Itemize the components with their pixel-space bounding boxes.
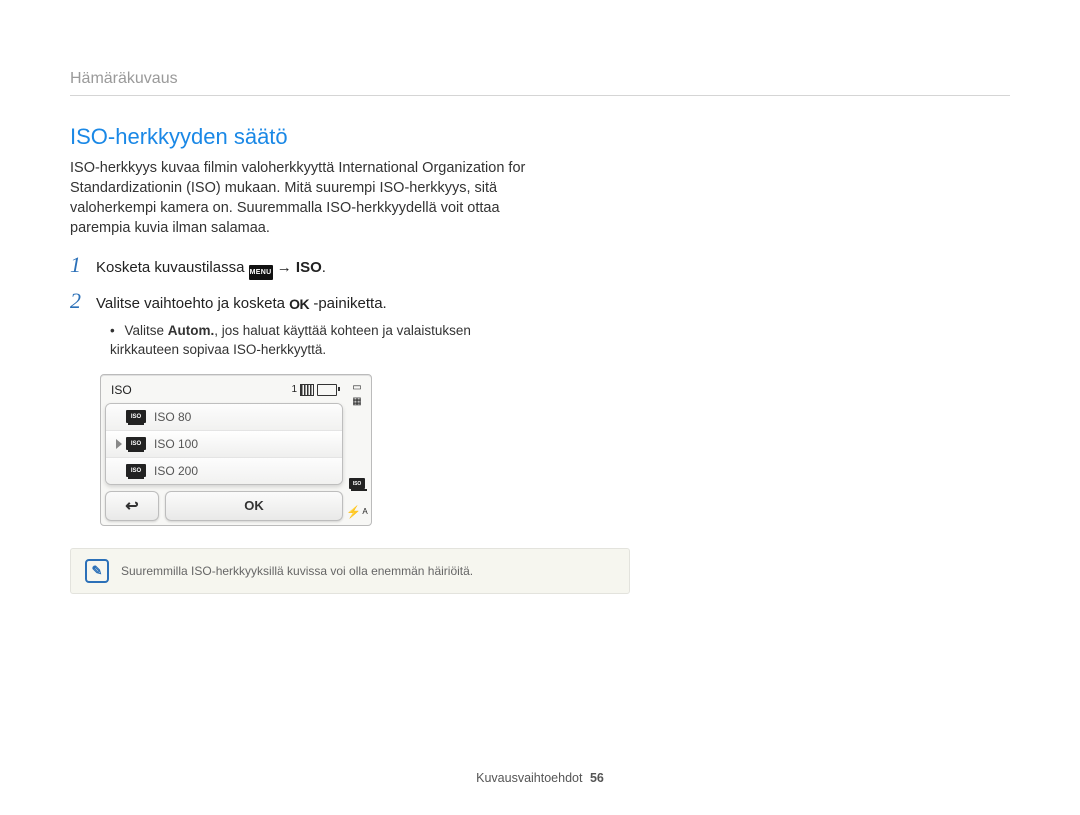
step-1-period: . (322, 259, 326, 276)
battery-icon (317, 384, 337, 396)
iso-badge-icon: ISO (126, 410, 146, 423)
screen-title: ISO (111, 383, 132, 397)
ok-button[interactable]: OK (165, 491, 343, 521)
memory-card-icon (300, 384, 314, 396)
menu-icon: MENU (249, 265, 273, 280)
back-button[interactable]: ↩ (105, 491, 159, 521)
bullet-icon: • (110, 323, 115, 338)
step-2-suffix: -painiketta. (313, 295, 386, 312)
selection-indicator-icon (116, 439, 122, 449)
page-indicator: 1 (291, 384, 297, 395)
screen-side-icons: ▭ ▦ ISO (347, 379, 367, 521)
back-arrow-icon: ↩ (125, 496, 138, 516)
section-label: Hämäräkuvaus (70, 70, 1010, 96)
list-item-label: ISO 80 (154, 410, 191, 424)
image-size-icon: ▭ (349, 381, 365, 395)
list-item[interactable]: ISO ISO 100 (106, 430, 342, 457)
page-heading: ISO-herkkyyden säätö (70, 124, 540, 150)
list-item-label: ISO 100 (154, 437, 198, 451)
quality-icon: ▦ (349, 395, 365, 409)
bullet-prefix: Valitse (125, 323, 168, 338)
note-box: ✎ Suuremmilla ISO-herkkyyksillä kuvissa … (70, 548, 630, 594)
step-number: 2 (70, 290, 86, 312)
page-number: 56 (590, 771, 604, 785)
iso-option-list[interactable]: ISO ISO 80 ISO ISO 100 ISO (105, 403, 343, 485)
step-1-iso: ISO (296, 259, 322, 276)
page-footer: Kuvausvaihtoehdot 56 (0, 771, 1080, 785)
intro-paragraph: ISO-herkkyys kuvaa filmin valoherkkyyttä… (70, 158, 540, 238)
footer-label: Kuvausvaihtoehdot (476, 771, 582, 785)
list-item[interactable]: ISO ISO 80 (106, 404, 342, 430)
step-1-prefix: Kosketa kuvaustilassa (96, 259, 249, 276)
note-icon: ✎ (85, 559, 109, 583)
list-item[interactable]: ISO ISO 200 (106, 457, 342, 484)
flash-auto-icon (349, 505, 365, 519)
iso-badge-icon: ISO (126, 437, 146, 450)
iso-badge-icon: ISO (126, 464, 146, 477)
step-list: 1 Kosketa kuvaustilassa MENU → ISO. 2 Va… (70, 254, 540, 312)
sub-bullet: • Valitse Autom., jos haluat käyttää koh… (110, 322, 540, 360)
bullet-bold: Autom. (168, 323, 215, 338)
step-2-prefix: Valitse vaihtoehto ja kosketa (96, 295, 289, 312)
ok-icon: OK (289, 296, 309, 312)
screen-title-bar: ISO 1 (105, 379, 343, 403)
step-number: 1 (70, 254, 86, 276)
list-item-label: ISO 200 (154, 464, 198, 478)
note-text: Suuremmilla ISO-herkkyyksillä kuvissa vo… (121, 564, 473, 578)
arrow-icon: → (277, 259, 292, 276)
iso-side-icon: ISO (349, 477, 365, 491)
step-1-text: Kosketa kuvaustilassa MENU → ISO. (96, 259, 326, 280)
step-2-text: Valitse vaihtoehto ja kosketa OK -painik… (96, 295, 387, 312)
camera-screen: ISO 1 ISO ISO 8 (100, 374, 372, 526)
